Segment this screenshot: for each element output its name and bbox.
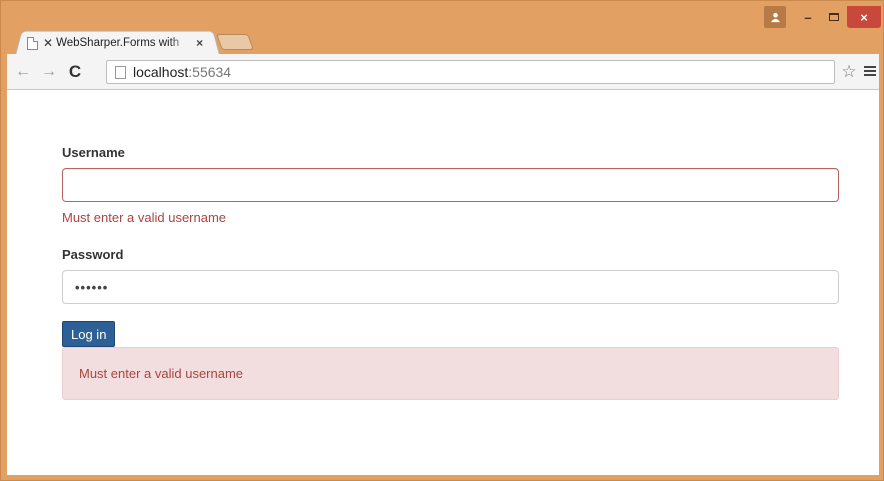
bookmark-star-icon[interactable]: ☆: [839, 62, 859, 82]
back-arrow-icon[interactable]: ←: [13, 62, 33, 82]
user-profile-button[interactable]: [764, 6, 786, 28]
page-content: Username Must enter a valid username Pas…: [7, 90, 879, 475]
new-tab-button[interactable]: [216, 34, 254, 50]
browser-tab-content[interactable]: ✕ WebSharper.Forms with ×: [27, 33, 217, 53]
url-text: localhost:55634: [133, 64, 231, 80]
url-host: localhost: [133, 64, 189, 80]
password-label: Password: [62, 247, 124, 262]
maximize-button[interactable]: [822, 6, 846, 28]
login-button[interactable]: Log in: [62, 321, 116, 347]
username-input[interactable]: [62, 168, 839, 202]
page-icon: [115, 65, 126, 79]
username-label: Username: [62, 145, 125, 160]
minimize-button[interactable]: –: [796, 6, 820, 28]
maximize-icon: [829, 13, 839, 21]
tab-x-glyph: ✕: [43, 36, 54, 50]
tab-close-icon[interactable]: ×: [196, 36, 203, 50]
page-icon: [27, 36, 38, 50]
browser-window: – × ✕ WebSharper.Forms with × ← → C loca…: [0, 0, 884, 481]
forward-arrow-icon[interactable]: →: [39, 62, 59, 82]
address-bar[interactable]: localhost:55634: [106, 60, 835, 84]
reload-icon[interactable]: C: [65, 62, 85, 82]
url-port: :55634: [188, 64, 232, 80]
menu-hamburger-icon[interactable]: [864, 64, 876, 78]
person-icon: [770, 12, 780, 22]
close-window-button[interactable]: ×: [847, 6, 881, 28]
username-error-message: Must enter a valid username: [62, 210, 227, 225]
browser-toolbar: ← → C localhost:55634 ☆: [7, 54, 879, 90]
error-alert: Must enter a valid username: [62, 347, 839, 400]
password-input[interactable]: ••••••: [62, 270, 839, 304]
tab-title: WebSharper.Forms with: [56, 37, 180, 49]
